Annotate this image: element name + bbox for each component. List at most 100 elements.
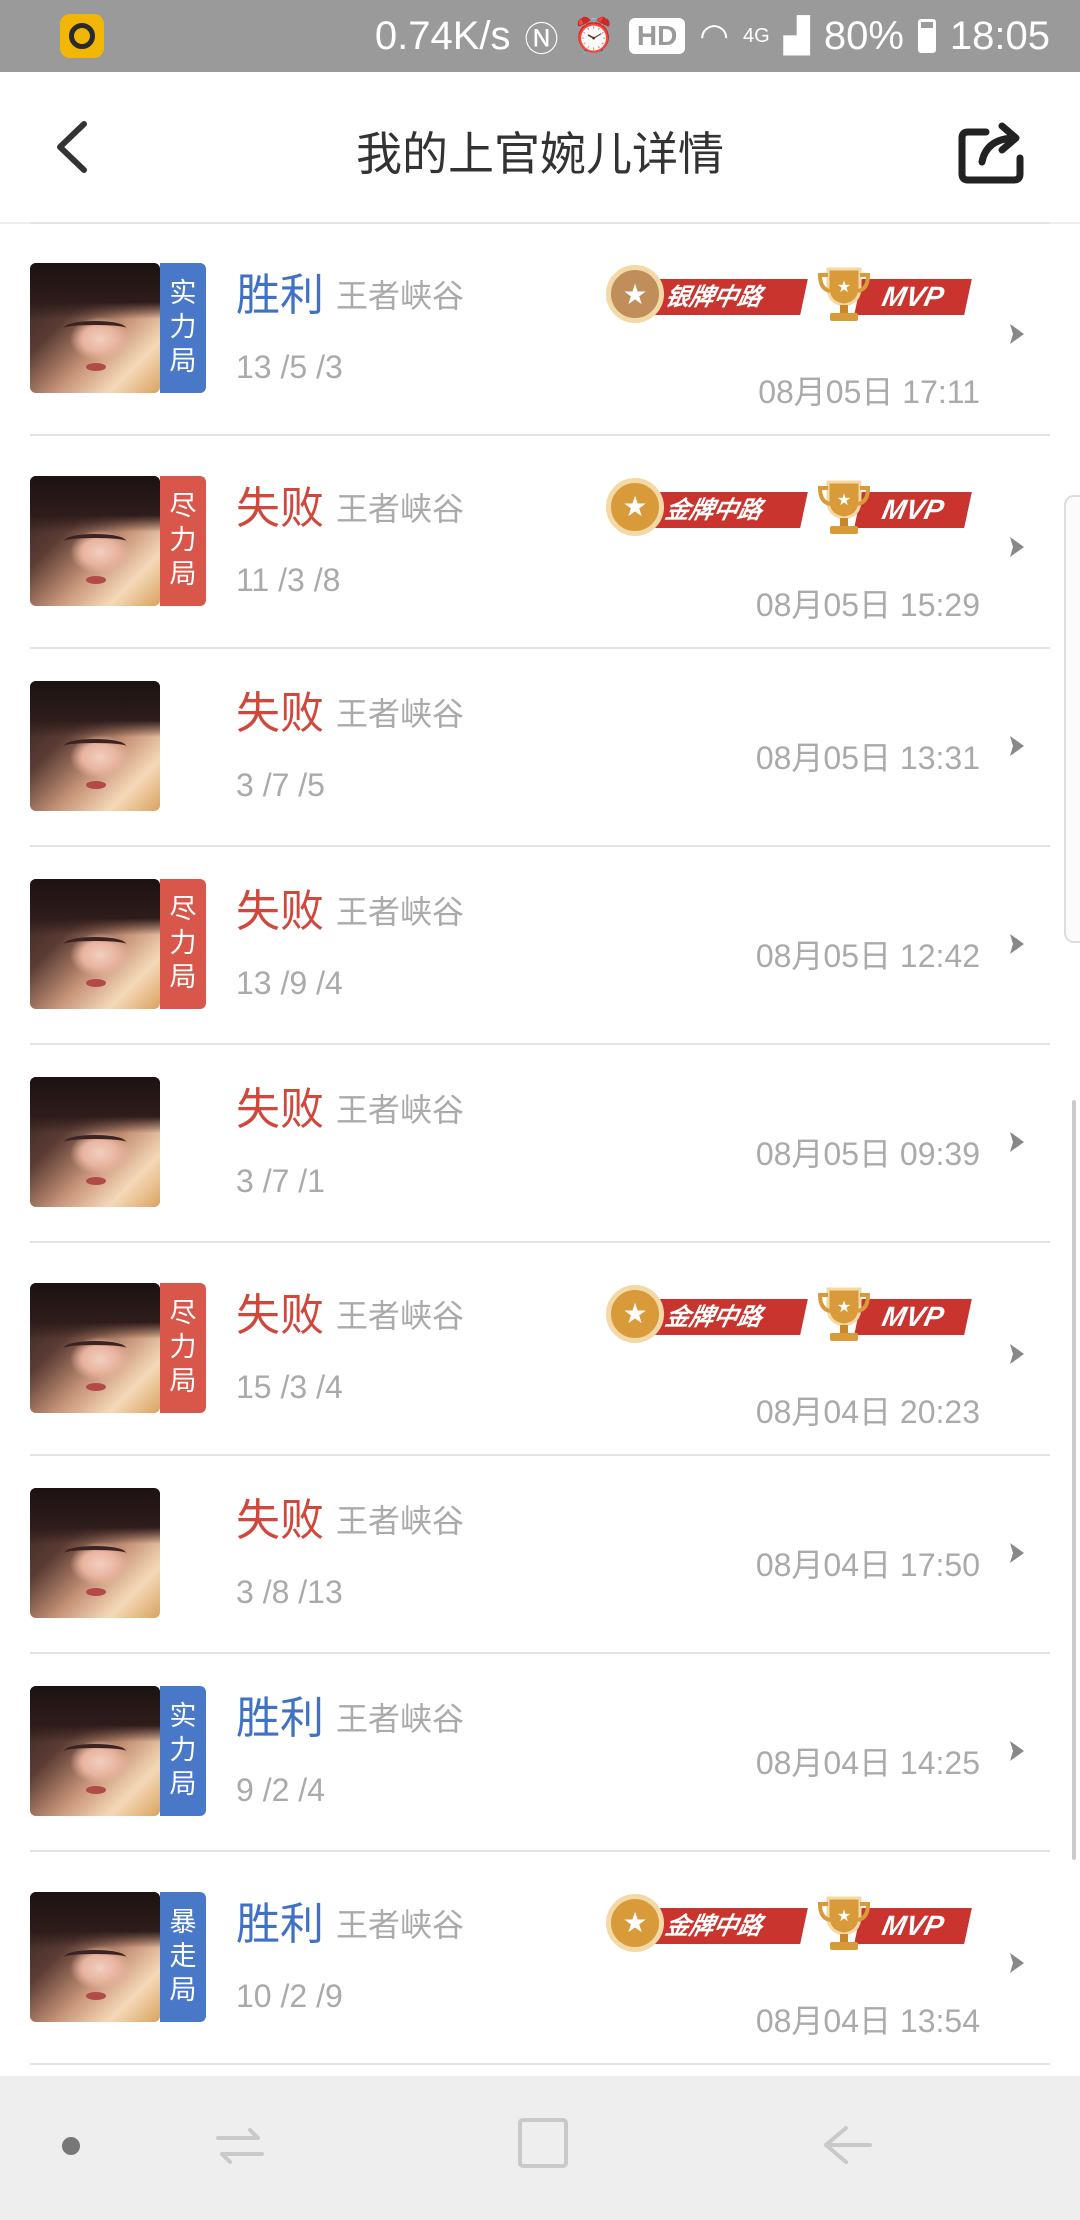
- tag-char: 局: [169, 1974, 197, 2006]
- svg-text:★: ★: [837, 277, 851, 296]
- hero-avatar: [30, 1077, 160, 1207]
- status-right: 0.74K/s Ⓝ ⏰ HD ◠ 4G ▟ 80% 18:05: [375, 0, 1050, 72]
- mvp-badge: ★ MVP: [818, 1894, 972, 1954]
- game-mode: 王者峡谷: [336, 489, 465, 528]
- match-result: 失败: [236, 1495, 324, 1546]
- badge-group: ★ 金牌中路 ★ MVP: [606, 1893, 972, 1954]
- hero-avatar: [30, 263, 160, 393]
- network-speed: 0.74K/s: [374, 13, 511, 58]
- match-row[interactable]: 实力局胜利 王者峡谷 9 /2 /4 08月04日 14:25: [0, 1654, 1080, 1852]
- match-type-tag: 尽力局: [160, 879, 206, 1009]
- tag-char: 走: [169, 1940, 197, 1972]
- chevron-right-icon[interactable]: [1004, 1128, 1032, 1156]
- chevron-right-icon[interactable]: [1004, 732, 1032, 760]
- chevron-right-icon[interactable]: [1004, 533, 1032, 561]
- game-mode: 王者峡谷: [336, 695, 465, 733]
- hero-avatar: [30, 1282, 160, 1413]
- match-result: 失败: [236, 482, 324, 534]
- svg-text:★: ★: [837, 1906, 851, 1925]
- signal-icon: ▟: [783, 17, 810, 55]
- hero-avatar: [30, 1891, 160, 2022]
- svg-text:★: ★: [837, 1297, 851, 1316]
- medal-label: 银牌中路: [646, 279, 808, 315]
- match-time: 08月04日 20:23: [755, 1393, 980, 1430]
- battery-percent: 80%: [823, 13, 904, 58]
- kda-stat: 11 /3 /8: [236, 561, 341, 598]
- chevron-right-icon[interactable]: [1004, 1949, 1032, 1977]
- clock: 18:05: [949, 13, 1050, 58]
- match-row[interactable]: 尽力局失败 王者峡谷 13 /9 /4 08月05日 12:42: [0, 847, 1080, 1045]
- mvp-label: MVP: [854, 279, 972, 315]
- tag-char: 力: [169, 1331, 197, 1363]
- trophy-icon: ★: [818, 1287, 870, 1341]
- mvp-badge: ★ MVP: [818, 265, 972, 325]
- badge-group: ★ 金牌中路 ★ MVP: [606, 477, 972, 538]
- tag-char: 局: [169, 1365, 197, 1397]
- network-type: 4G: [742, 24, 770, 47]
- back-icon[interactable]: [816, 2114, 878, 2176]
- kda-stat: 13 /9 /4: [236, 965, 343, 1001]
- match-type-tag: 尽力局: [160, 475, 206, 606]
- mvp-label: MVP: [854, 1298, 972, 1335]
- trophy-icon: ★: [818, 480, 870, 534]
- tag-char: 力: [169, 1735, 197, 1766]
- medal-icon: ★: [606, 477, 664, 536]
- home-icon[interactable]: [516, 2116, 570, 2170]
- kda-stat: 15 /3 /4: [236, 1368, 343, 1405]
- game-mode: 王者峡谷: [336, 1905, 465, 1944]
- tag-char: 局: [169, 1769, 197, 1800]
- medal-label: 金牌中路: [646, 491, 808, 528]
- chevron-right-icon[interactable]: [1004, 1539, 1032, 1567]
- match-row[interactable]: 暴走局胜利 王者峡谷 10 /2 /9 ★ 金牌中路 ★ MVP 08月04日 13:54: [0, 1852, 1080, 2065]
- game-mode: 王者峡谷: [336, 1296, 465, 1335]
- medal-label: 金牌中路: [646, 1907, 808, 1944]
- match-row[interactable]: 失败 王者峡谷 3 /7 /1 08月05日 09:39: [0, 1045, 1080, 1243]
- scrollbar[interactable]: [1072, 1100, 1076, 1860]
- match-row[interactable]: 失败 王者峡谷 3 /7 /5 08月05日 13:31: [0, 649, 1080, 847]
- mvp-label: MVP: [854, 491, 972, 528]
- match-row[interactable]: 实力局胜利 王者峡谷 13 /5 /3 ★ 银牌中路 ★ MVP 08月05日 17:11: [0, 224, 1080, 436]
- game-mode: 王者峡谷: [336, 277, 465, 315]
- wifi-icon: ◠: [699, 17, 729, 55]
- share-icon[interactable]: [956, 114, 1030, 184]
- tag-char: 力: [169, 524, 197, 556]
- chevron-right-icon[interactable]: [1004, 320, 1032, 348]
- chevron-right-icon[interactable]: [1004, 1340, 1032, 1368]
- chevron-right-icon[interactable]: [1004, 1737, 1032, 1765]
- recent-apps-icon[interactable]: [210, 2116, 270, 2176]
- tag-char: 实: [169, 1701, 197, 1732]
- lane-medal-badge: ★ 金牌中路: [606, 477, 808, 538]
- match-result: 胜利: [236, 1898, 324, 1950]
- match-row[interactable]: 尽力局失败 王者峡谷 11 /3 /8 ★ 金牌中路 ★ MVP 08月05日 15:29: [0, 436, 1080, 649]
- match-row[interactable]: 尽力局失败 王者峡谷 15 /3 /4 ★ 金牌中路 ★ MVP 08月04日 20:23: [0, 1243, 1080, 1456]
- tag-char: 局: [169, 346, 197, 377]
- page-title: 我的上官婉儿详情: [356, 128, 724, 180]
- hero-avatar: [30, 681, 160, 811]
- medal-label: 金牌中路: [646, 1298, 808, 1335]
- game-mode: 王者峡谷: [336, 1091, 465, 1129]
- match-type-tag: 暴走局: [160, 1891, 206, 2022]
- tag-char: 局: [169, 962, 197, 993]
- match-result: 失败: [236, 886, 324, 937]
- chevron-right-icon[interactable]: [1004, 930, 1032, 958]
- match-time: 08月05日 13:31: [755, 740, 980, 776]
- medal-icon: ★: [606, 1284, 664, 1343]
- match-row[interactable]: 失败 王者峡谷 3 /8 /13 08月04日 17:50: [0, 1456, 1080, 1654]
- game-mode: 王者峡谷: [336, 1700, 465, 1738]
- lane-medal-badge: ★ 银牌中路: [606, 265, 808, 325]
- kda-stat: 10 /2 /9: [236, 1977, 343, 2014]
- match-type-tag: 实力局: [160, 1686, 206, 1816]
- svg-text:★: ★: [837, 490, 851, 509]
- mvp-label: MVP: [854, 1907, 972, 1944]
- tag-char: 尽: [169, 1297, 197, 1329]
- trophy-icon: ★: [818, 267, 870, 321]
- status-bar: 0.74K/s Ⓝ ⏰ HD ◠ 4G ▟ 80% 18:05: [0, 0, 1080, 72]
- tag-char: 力: [169, 312, 197, 343]
- match-type-tag: 实力局: [160, 263, 206, 393]
- medal-icon: ★: [606, 265, 664, 323]
- match-time: 08月05日 15:29: [755, 586, 980, 623]
- side-drawer-handle[interactable]: [1064, 495, 1080, 943]
- match-type-tag: 尽力局: [160, 1282, 206, 1413]
- battery-icon: [917, 19, 936, 53]
- nav-indicator-dot[interactable]: [62, 2137, 80, 2155]
